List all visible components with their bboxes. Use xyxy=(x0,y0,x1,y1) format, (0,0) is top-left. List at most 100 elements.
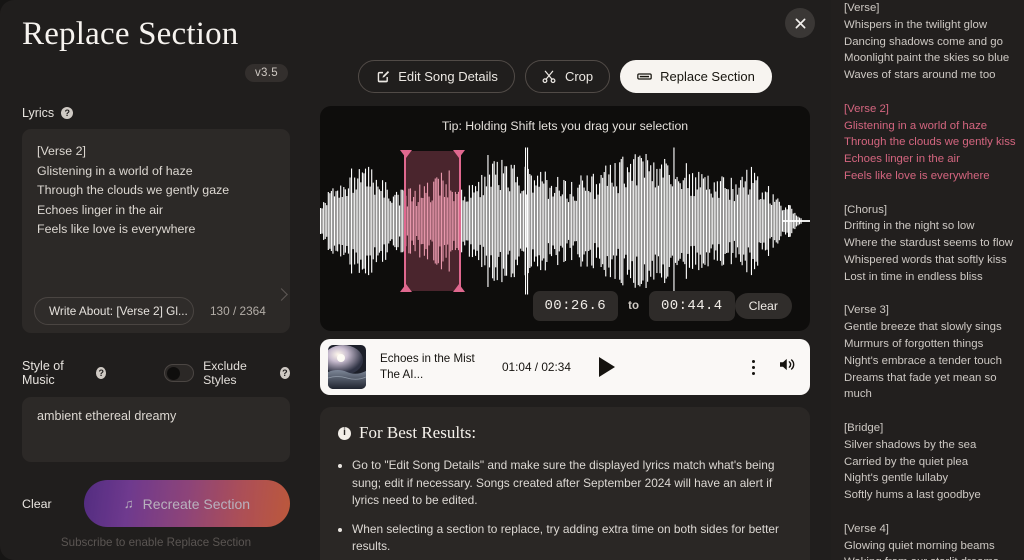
time-controls: 00:26.6 to 00:44.4 Clear xyxy=(320,291,810,321)
lyrics-line[interactable]: Whispered words that softly kiss xyxy=(844,252,1012,269)
tip-text: When selecting a section to replace, try… xyxy=(352,521,779,554)
lyrics-line[interactable]: Glowing quiet morning beams xyxy=(844,538,1012,555)
close-icon xyxy=(795,18,805,28)
lyrics-spacer[interactable] xyxy=(844,84,1012,101)
exclude-help-icon[interactable]: ? xyxy=(279,367,290,379)
lyrics-line[interactable]: much xyxy=(844,386,1012,403)
album-art-image xyxy=(328,345,366,389)
replace-section-modal: Replace Section v3.5 Lyrics ? [Verse 2] … xyxy=(0,0,831,560)
song-lyrics-panel[interactable]: [Verse] Whispers in the twilight glow Danc… xyxy=(831,0,1024,560)
lyrics-line[interactable]: Night's embrace a tender touch xyxy=(844,353,1012,370)
play-button[interactable] xyxy=(598,357,615,377)
lyrics-input[interactable]: [Verse 2] Glistening in a world of haze … xyxy=(22,129,290,333)
lyrics-line[interactable]: Dreams that fade yet mean so xyxy=(844,370,1012,387)
album-art xyxy=(328,345,366,389)
lyrics-footer: Write About: [Verse 2] Gl... 130 / 2364 xyxy=(22,297,290,325)
tab-edit-song-details[interactable]: Edit Song Details xyxy=(358,60,515,93)
toggle-knob xyxy=(167,367,181,380)
lyrics-line[interactable]: Waves of stars around me too xyxy=(844,67,1012,84)
lyrics-line[interactable]: Gentle breeze that slowly sings xyxy=(844,319,1012,336)
lyrics-line[interactable]: [Verse 2] xyxy=(844,101,1012,118)
lyrics-line[interactable]: Silver shadows by the sea xyxy=(844,437,1012,454)
lyrics-help-icon[interactable]: ? xyxy=(61,107,74,119)
list-item: Go to "Edit Song Details" and make sure … xyxy=(338,457,792,510)
lyrics-line[interactable]: Drifting in the night so low xyxy=(844,218,1012,235)
waveform-graphic xyxy=(320,147,810,295)
lyrics-line: Through the clouds we gently gaze xyxy=(37,183,230,197)
player-controls-right xyxy=(752,357,796,377)
lyrics-spacer[interactable] xyxy=(844,185,1012,202)
clear-button[interactable]: Clear xyxy=(22,497,84,511)
recreate-section-button[interactable]: ♫ Recreate Section xyxy=(84,480,290,527)
lyrics-line[interactable]: Echoes linger in the air xyxy=(844,151,1012,168)
lyrics-line[interactable]: Dancing shadows come and go xyxy=(844,34,1012,51)
lyrics-spacer[interactable] xyxy=(844,504,1012,521)
kebab-menu-icon[interactable] xyxy=(752,359,755,375)
style-of-music-value: ambient ethereal dreamy xyxy=(37,409,177,423)
lyrics-line: Echoes linger in the air xyxy=(37,202,164,217)
exclude-styles-toggle[interactable] xyxy=(164,364,195,382)
style-of-music-label: Style of Music xyxy=(22,359,64,387)
write-about-button[interactable]: Write About: [Verse 2] Gl... xyxy=(34,297,194,325)
mode-tabs: Edit Song Details Crop Replace Section xyxy=(320,60,810,93)
lyrics-line[interactable]: Glistening in a world of haze xyxy=(844,118,1012,135)
lyrics-spacer[interactable] xyxy=(844,286,1012,303)
best-results-card: i For Best Results: Go to "Edit Song Det… xyxy=(320,407,810,560)
tab-replace-section[interactable]: Replace Section xyxy=(620,60,772,93)
lyrics-line[interactable]: Lost in time in endless bliss xyxy=(844,269,1012,286)
list-item: When selecting a section to replace, try… xyxy=(338,521,792,556)
center-column: Edit Song Details Crop Replace Section T… xyxy=(320,0,810,560)
lyrics-line[interactable]: Whispers in the twilight glow xyxy=(844,17,1012,34)
end-time-input[interactable]: 00:44.4 xyxy=(648,291,735,321)
lyrics-line[interactable]: Moonlight paint the skies so blue xyxy=(844,50,1012,67)
lyrics-line[interactable]: Night's gentle lullaby xyxy=(844,470,1012,487)
lyrics-line[interactable]: [Verse] xyxy=(844,0,1012,17)
bullet-icon xyxy=(338,464,342,468)
style-of-music-input[interactable]: ambient ethereal dreamy xyxy=(22,397,290,462)
lyrics-line: Glistening in a world of haze xyxy=(37,163,193,178)
time-separator-label: to xyxy=(628,300,639,312)
player-track-artist: The AI... xyxy=(380,368,424,381)
lyrics-line: Feels like love is everywhere xyxy=(37,222,196,236)
best-results-list: Go to "Edit Song Details" and make sure … xyxy=(338,457,792,560)
lyrics-line[interactable]: [Verse 4] xyxy=(844,521,1012,538)
music-note-icon: ♫ xyxy=(123,496,134,511)
lyrics-spacer[interactable] xyxy=(844,403,1012,420)
best-results-header: i For Best Results: xyxy=(338,423,792,443)
section-bar-icon xyxy=(637,69,652,84)
clear-selection-button[interactable]: Clear xyxy=(734,293,792,319)
lyrics-line[interactable]: Through the clouds we gently kiss xyxy=(844,134,1016,151)
action-row: Clear ♫ Recreate Section xyxy=(22,480,290,527)
lyrics-line[interactable]: Feels like love is everywhere xyxy=(844,168,1012,185)
lyrics-line[interactable]: Where the stardust seems to flow xyxy=(844,235,1013,252)
lyrics-line[interactable]: Carried by the quiet plea xyxy=(844,454,1012,471)
lyrics-line[interactable]: [Bridge] xyxy=(844,420,1012,437)
tab-label: Crop xyxy=(564,69,594,84)
audio-player: Echoes in the Mist The AI... 01:04 / 02:… xyxy=(320,339,810,395)
close-button[interactable] xyxy=(785,8,815,38)
start-time-input[interactable]: 00:26.6 xyxy=(532,291,619,321)
exclude-styles-label: Exclude Styles xyxy=(203,359,247,387)
lyrics-line[interactable]: Murmurs of forgotten things xyxy=(844,336,1012,353)
lyrics-line[interactable]: [Verse 3] xyxy=(844,302,1012,319)
version-badge: v3.5 xyxy=(245,64,288,82)
lyrics-line[interactable]: Waking from our starlit dreams xyxy=(844,554,1012,560)
tip-text: Go to "Edit Song Details" and make sure … xyxy=(352,458,775,507)
lyrics-line[interactable]: Softly hums a last goodbye xyxy=(844,487,1012,504)
waveform-tip: Tip: Holding Shift lets you drag your se… xyxy=(441,119,689,133)
player-track-info: Echoes in the Mist The AI... xyxy=(380,351,480,383)
tab-label: Replace Section xyxy=(660,69,755,84)
subscribe-note: Subscribe to enable Replace Section xyxy=(60,536,252,549)
tab-crop[interactable]: Crop xyxy=(524,60,611,93)
lyrics-label: Lyrics xyxy=(22,106,55,120)
recreate-section-label: Recreate Section xyxy=(142,495,251,512)
best-results-title: For Best Results: xyxy=(359,423,477,442)
tab-label: Edit Song Details xyxy=(398,69,498,84)
volume-icon[interactable] xyxy=(779,357,796,377)
app-root: Replace Section v3.5 Lyrics ? [Verse 2] … xyxy=(0,0,1024,560)
lyrics-line[interactable]: [Chorus] xyxy=(844,202,1012,219)
waveform-editor[interactable]: Tip: Holding Shift lets you drag your se… xyxy=(320,106,810,331)
left-column: Lyrics ? [Verse 2] Glistening in a world… xyxy=(22,106,290,549)
info-icon: i xyxy=(338,426,351,440)
style-help-icon[interactable]: ? xyxy=(96,367,107,379)
